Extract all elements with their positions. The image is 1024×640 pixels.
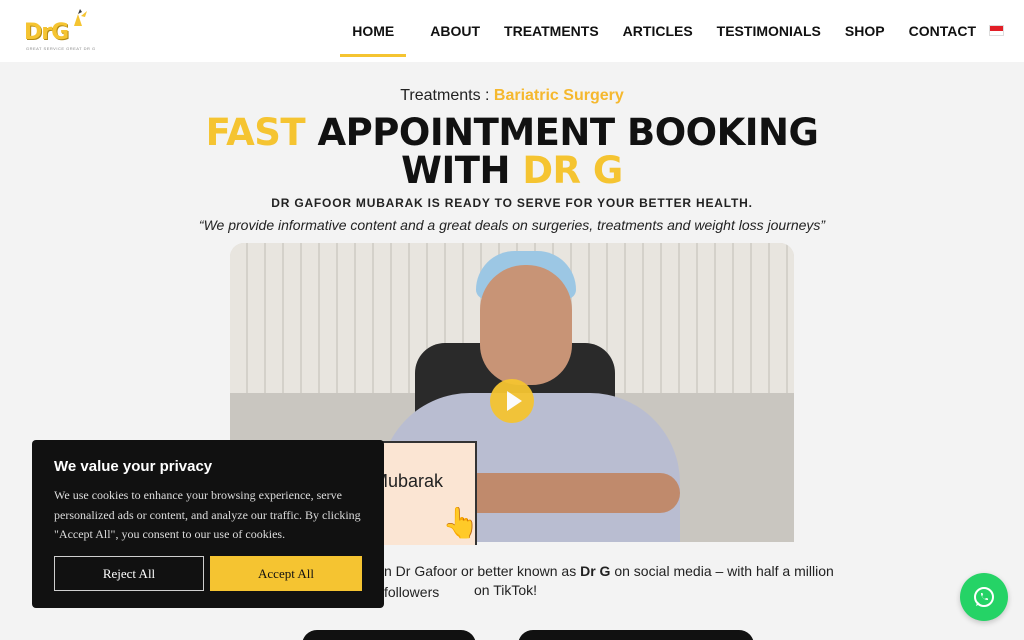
logo-tagline: GREAT SERVICE GREAT DR G <box>26 46 96 51</box>
cta-button-right[interactable] <box>518 630 754 640</box>
nav-testimonials[interactable]: TESTIMONIALS <box>717 17 821 45</box>
headline-booking: APPOINTMENT BOOKING <box>305 111 819 154</box>
video-doctor-head <box>480 265 572 385</box>
intro-text-line2: on TikTok! <box>474 582 538 598</box>
logo-text: DrG <box>24 20 69 45</box>
breadcrumb-current[interactable]: Bariatric Surgery <box>494 87 624 104</box>
nav-home[interactable]: HOME <box>340 17 407 57</box>
accept-all-button[interactable]: Accept All <box>210 556 362 591</box>
nav-about[interactable]: ABOUT <box>430 17 480 45</box>
headline-drg: DR G <box>522 149 623 192</box>
play-icon[interactable] <box>490 379 534 423</box>
reject-all-button[interactable]: Reject All <box>54 556 204 591</box>
main-nav: HOME ABOUT TREATMENTS ARTICLES TESTIMONI… <box>340 0 976 62</box>
breadcrumb: Treatments : Bariatric Surgery <box>0 87 1024 105</box>
cookie-banner: We value your privacy We use cookies to … <box>32 440 384 608</box>
intro-text: n Dr Gafoor or better known as Dr G on s… <box>384 561 854 603</box>
quote-text: “We provide informative content and a gr… <box>198 217 826 233</box>
cookie-body: We use cookies to enhance your browsing … <box>54 488 361 541</box>
cookie-title: We value your privacy <box>54 458 213 475</box>
intro-bold: Dr G <box>580 563 611 579</box>
pointer-hand-icon: 👆 <box>442 507 480 540</box>
cta-button-left[interactable] <box>302 630 476 640</box>
logo-spark-icon <box>74 9 87 26</box>
site-logo[interactable]: DrG GREAT SERVICE GREAT DR G <box>24 8 96 54</box>
headline-with: WITH <box>401 149 523 192</box>
nav-articles[interactable]: ARTICLES <box>623 17 693 45</box>
subheading: DR GAFOOR MUBARAK IS READY TO SERVE FOR … <box>271 196 753 210</box>
intro-pre: n Dr Gafoor or better known as <box>384 563 581 579</box>
site-header: DrG GREAT SERVICE GREAT DR G HOME ABOUT … <box>0 0 1024 62</box>
breadcrumb-label: Treatments : <box>400 87 494 104</box>
nav-shop[interactable]: SHOP <box>845 17 885 45</box>
headline-fast: FAST <box>205 111 306 154</box>
nav-contact[interactable]: CONTACT <box>909 17 976 45</box>
nav-treatments[interactable]: TREATMENTS <box>504 17 599 45</box>
whatsapp-icon <box>974 587 994 607</box>
language-flag-icon[interactable] <box>989 25 1004 36</box>
whatsapp-button[interactable] <box>960 573 1008 621</box>
page-headline: FAST APPOINTMENT BOOKING WITH DR G <box>0 114 1024 190</box>
